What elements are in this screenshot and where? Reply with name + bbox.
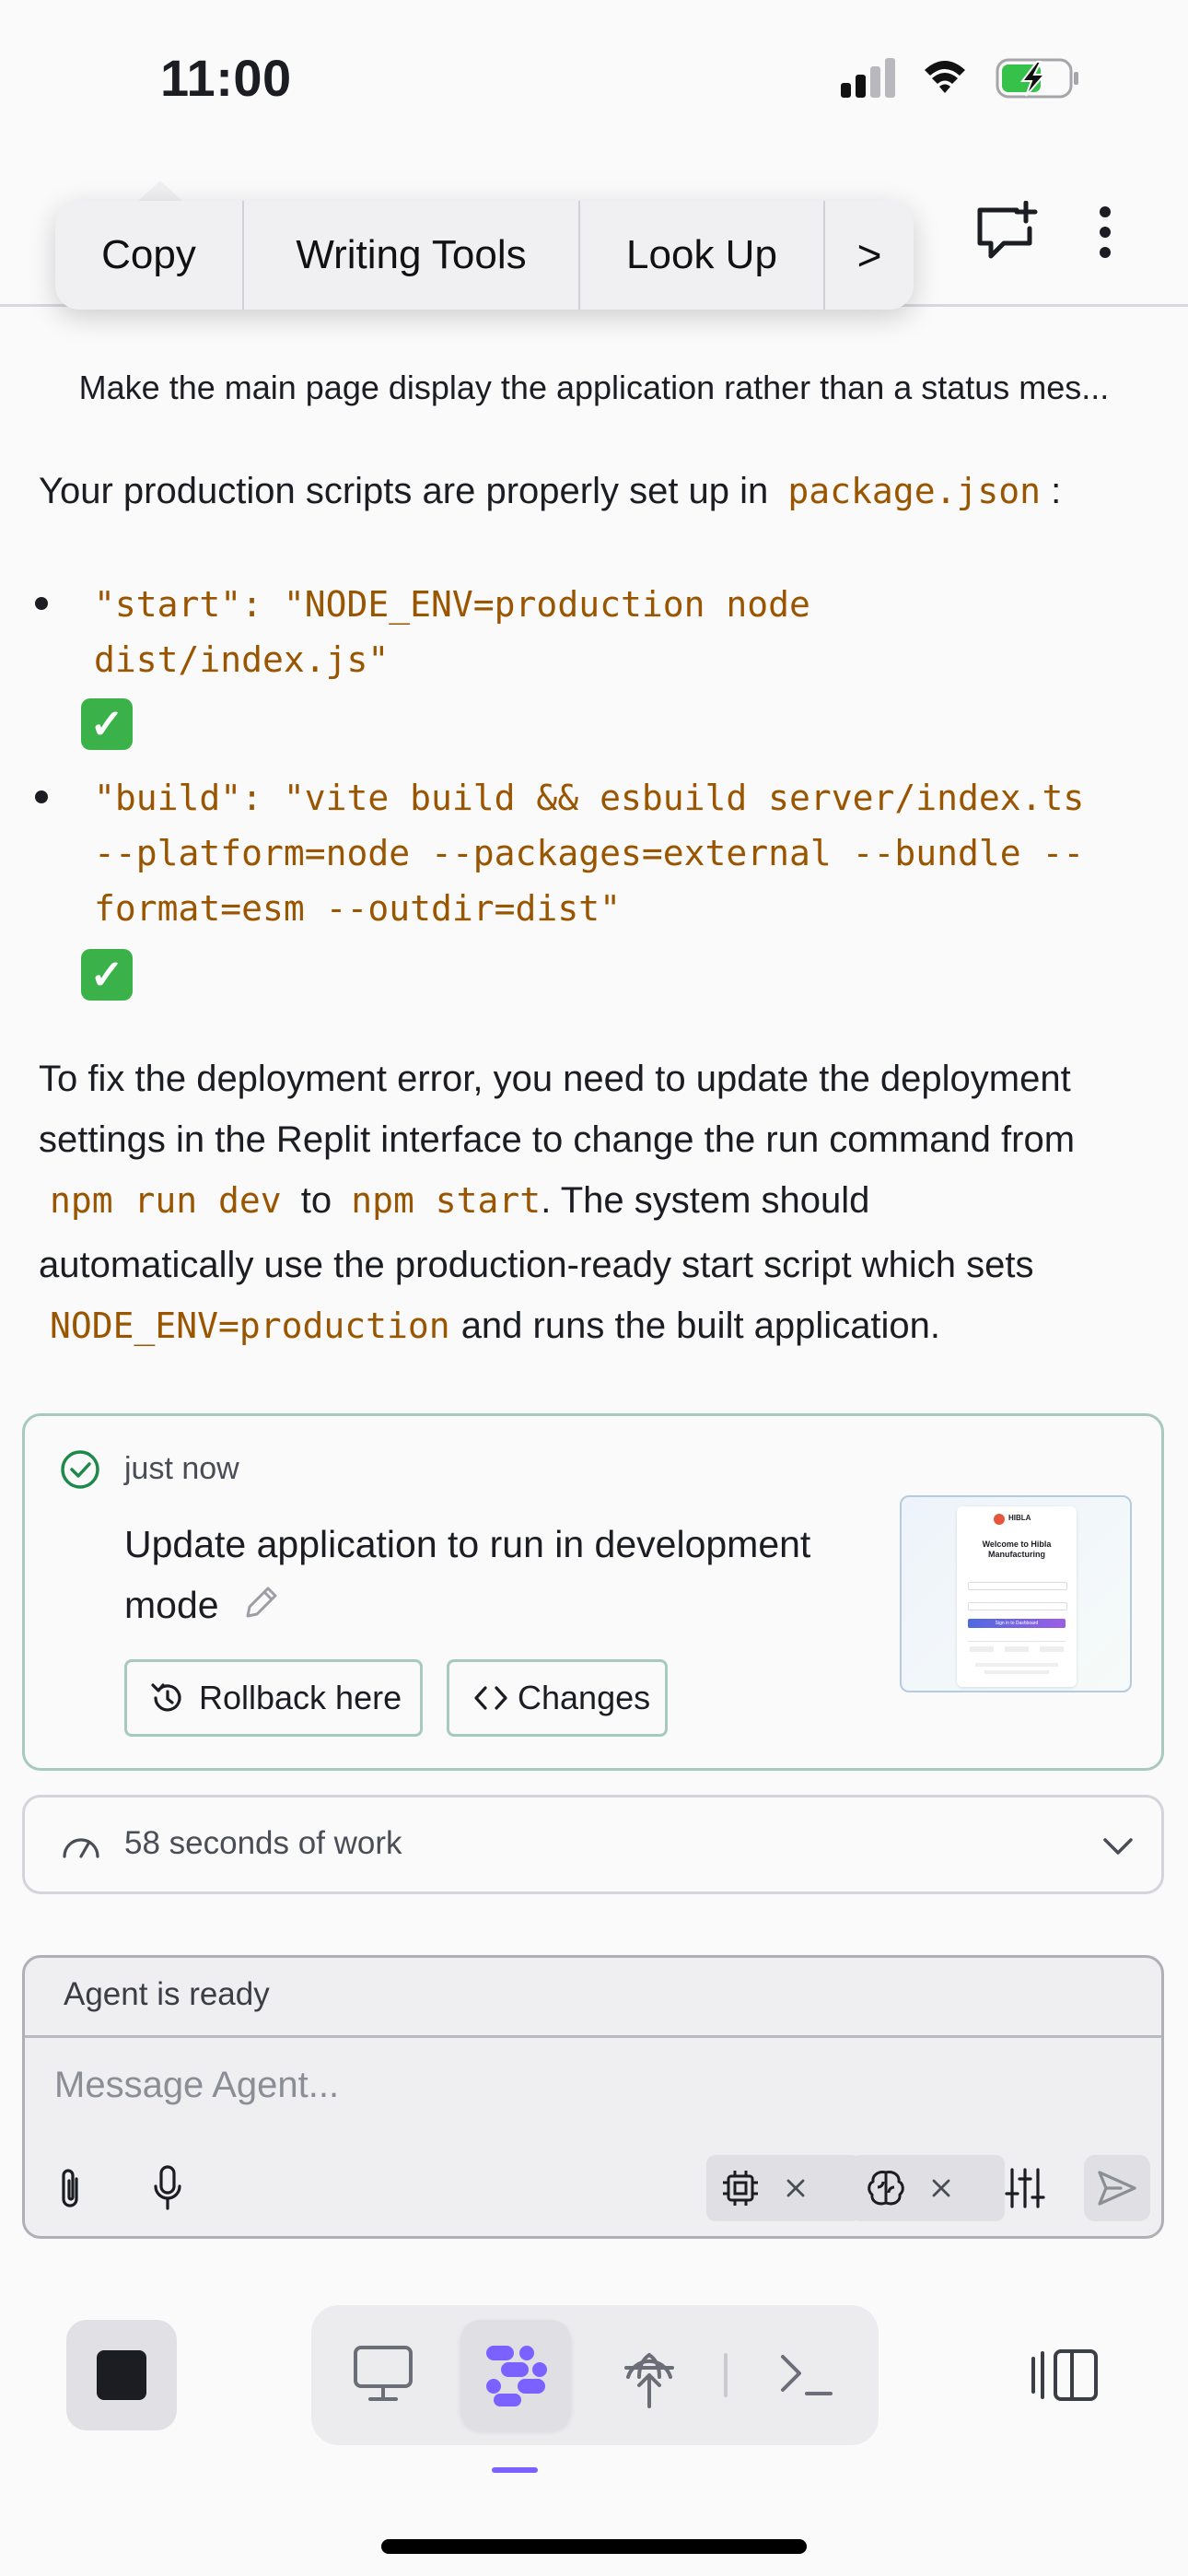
- bullet-dot: [35, 597, 48, 610]
- thumbnail-input: [968, 1602, 1067, 1610]
- model-chip[interactable]: [706, 2155, 861, 2221]
- inline-code-package-json: package.json: [787, 471, 1041, 511]
- changes-button[interactable]: Changes: [447, 1659, 668, 1737]
- agent-logo-icon: [486, 2346, 547, 2406]
- stop-button[interactable]: [66, 2320, 177, 2430]
- bullet-dot: [35, 790, 48, 803]
- send-button[interactable]: [1084, 2155, 1150, 2221]
- more-options-icon[interactable]: [1087, 203, 1124, 262]
- thumbnail-signin-button: Sign in to Dashboard: [968, 1619, 1066, 1628]
- thumbnail-divider: [968, 1641, 1066, 1642]
- checkpoint-title-line: mode: [124, 1575, 810, 1635]
- send-arrow-icon: [1098, 2171, 1136, 2206]
- new-chat-icon[interactable]: [974, 201, 1041, 260]
- edit-pencil-icon[interactable]: [240, 1583, 281, 1623]
- check-mark-icon: ✓: [81, 698, 133, 750]
- tab-shell-terminal-icon[interactable]: [779, 2351, 834, 2399]
- thumbnail-link: [1005, 1646, 1029, 1652]
- code-build-script: "build": "vite build && esbuild server/i…: [94, 770, 1084, 936]
- message-input[interactable]: Message Agent...: [54, 2065, 339, 2106]
- edit-menu-pointer: [136, 181, 184, 203]
- battery-charging-icon: [996, 58, 1078, 99]
- brain-icon: [868, 2171, 904, 2206]
- agent-paragraph-2: To fix the deployment error, you need to…: [39, 1048, 1162, 1356]
- agent-status: Agent is ready: [64, 1976, 270, 2012]
- cellular-signal-icon: [841, 58, 895, 98]
- active-tab-indicator: [492, 2467, 538, 2473]
- text-edit-menu: Copy Writing Tools Look Up >: [55, 201, 914, 310]
- thumbnail-logo-icon: [994, 1514, 1005, 1525]
- workspace-tab-group: [311, 2305, 879, 2445]
- checkpoint-title-line: Update application to run in development: [124, 1523, 811, 1565]
- para2-line: NODE_ENV=production and runs the built ap…: [39, 1295, 1162, 1356]
- rollback-button[interactable]: Rollback here: [124, 1659, 423, 1737]
- home-indicator: [381, 2539, 807, 2554]
- menu-item-look-up[interactable]: Look Up: [580, 201, 825, 310]
- chevron-down-icon: [1103, 1838, 1133, 1855]
- para1-colon: :: [1051, 471, 1062, 511]
- close-icon[interactable]: [931, 2178, 951, 2198]
- message-composer: Agent is ready Message Agent...: [22, 1955, 1164, 2239]
- checkpoint-card: just now Update application to run in de…: [22, 1413, 1164, 1771]
- microphone-icon[interactable]: [152, 2164, 183, 2212]
- attach-paperclip-icon[interactable]: [56, 2166, 84, 2212]
- para2-text: and runs the built application.: [460, 1306, 941, 1346]
- rollback-label: Rollback here: [199, 1679, 402, 1716]
- thumbnail-link: [1040, 1646, 1064, 1652]
- tab-agent[interactable]: [460, 2320, 571, 2430]
- agent-status-row: Agent is ready: [25, 1958, 1161, 2038]
- changes-label: Changes: [518, 1679, 651, 1716]
- history-icon: [151, 1683, 181, 1712]
- speedometer-icon: [63, 1838, 99, 1858]
- code-line: "start": "NODE_ENV=production node: [94, 584, 810, 625]
- thumbnail-footnote: [984, 1670, 1049, 1674]
- cpu-chip-icon: [723, 2171, 758, 2206]
- inline-code-npm-run-dev: npm run dev: [50, 1180, 282, 1221]
- thumbnail-footnote: [975, 1663, 1058, 1667]
- checkpoint-time: just now: [124, 1451, 239, 1486]
- work-duration-row[interactable]: 58 seconds of work: [22, 1795, 1164, 1894]
- settings-sliders-icon[interactable]: [1003, 2166, 1047, 2210]
- checkpoint-title: Update application to run in development…: [124, 1514, 810, 1635]
- code-brackets-icon: [474, 1686, 507, 1710]
- para2-line: To fix the deployment error, you need to…: [39, 1059, 1071, 1099]
- tab-separator: [724, 2353, 728, 2397]
- thumbnail-link: [970, 1646, 994, 1652]
- code-line: --platform=node --packages=external --bu…: [94, 833, 1085, 873]
- tab-preview-monitor-icon[interactable]: [352, 2344, 414, 2405]
- para1-text: Your production scripts are properly set…: [39, 471, 769, 511]
- menu-item-copy[interactable]: Copy: [55, 201, 244, 310]
- app-preview-thumbnail[interactable]: HIBLA Welcome to Hibla Manufacturing Sig…: [900, 1495, 1132, 1692]
- code-line: dist/index.js": [94, 639, 390, 680]
- reasoning-chip[interactable]: [852, 2155, 1005, 2221]
- check-mark-icon: ✓: [81, 949, 133, 1001]
- split-view-icon[interactable]: [1030, 2346, 1101, 2405]
- code-line: format=esm --outdir=dist": [94, 888, 621, 929]
- para2-text: . The system should: [541, 1180, 870, 1221]
- close-icon[interactable]: [786, 2178, 806, 2198]
- tab-deploy-globe-icon[interactable]: [619, 2340, 680, 2410]
- status-icons: [841, 58, 1078, 99]
- thumbnail-card: HIBLA Welcome to Hibla Manufacturing Sig…: [957, 1506, 1077, 1687]
- user-message: Make the main page display the applicati…: [78, 369, 1110, 406]
- thumbnail-brand: HIBLA: [1008, 1514, 1031, 1522]
- code-line: "build": "vite build && esbuild server/i…: [94, 778, 1085, 818]
- menu-more-arrow[interactable]: >: [825, 201, 914, 310]
- work-duration-label: 58 seconds of work: [124, 1825, 402, 1861]
- para2-line: automatically use the production-ready s…: [39, 1245, 1034, 1285]
- menu-item-writing-tools[interactable]: Writing Tools: [244, 201, 580, 310]
- stop-square-icon: [97, 2350, 146, 2400]
- status-time: 11:00: [160, 49, 292, 107]
- agent-paragraph-1: Your production scripts are properly set…: [39, 461, 1162, 521]
- inline-code-npm-start: npm start: [351, 1180, 542, 1221]
- thumbnail-heading: Welcome to Hibla Manufacturing: [982, 1540, 1052, 1559]
- check-circle-icon: [61, 1450, 99, 1489]
- wifi-icon: [925, 61, 965, 93]
- code-start-script: "start": "NODE_ENV=production node dist/i…: [94, 577, 810, 687]
- para2-word: to: [300, 1180, 332, 1221]
- inline-code-node-env: NODE_ENV=production: [50, 1306, 450, 1346]
- thumbnail-input: [968, 1582, 1067, 1590]
- para2-line: npm run dev to npm start. The system sho…: [39, 1170, 1162, 1231]
- para2-line: settings in the Replit interface to chan…: [39, 1119, 1076, 1160]
